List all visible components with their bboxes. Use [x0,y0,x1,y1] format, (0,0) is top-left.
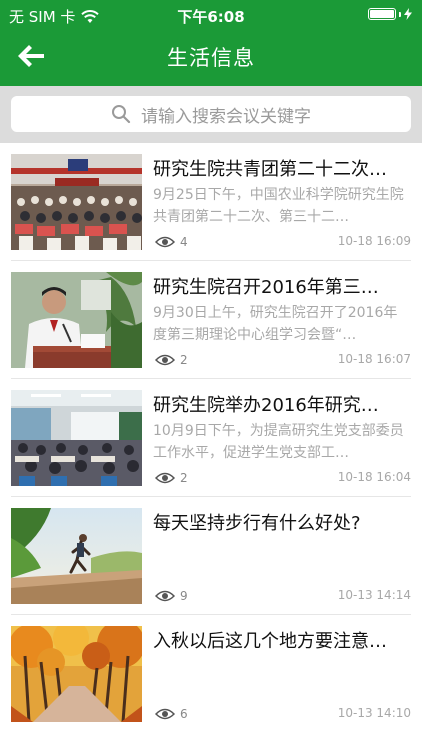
eye-icon [155,708,175,720]
news-item[interactable]: 研究生院召开2016年第三… 9月30日上午，研究生院召开了2016年度第三期理… [0,261,422,379]
view-count-value: 2 [180,353,188,367]
view-count-value: 2 [180,471,188,485]
news-summary: 9月30日上午，研究生院召开了2016年度第三期理论中心组学习会暨“… [153,305,398,343]
view-count-value: 6 [180,707,188,721]
news-date: 10-18 16:04 [337,470,411,484]
battery-icon [368,8,396,20]
news-item[interactable]: 入秋以后这几个地方要注意… 6 10-13 14:10 [0,615,422,733]
status-time: 下午6:08 [177,8,245,26]
news-date: 10-13 14:14 [337,588,411,602]
page-title: 生活信息 [167,46,255,70]
view-count: 4 [155,235,188,249]
view-count-value: 4 [180,235,188,249]
battery-indicator [368,8,412,20]
status-bar: 无 SIM 卡 下午6:08 [0,0,422,30]
classroom-image [11,390,142,486]
battery-fill [370,10,394,18]
charging-bolt-icon [404,8,412,20]
search-bar: 请输入搜索会议关键字 [0,86,422,143]
news-date: 10-18 16:07 [337,352,411,366]
news-summary: 9月25日下午，中国农业科学院研究生院共青团第二十二次、第三十二… [153,187,404,225]
news-date: 10-13 14:10 [337,706,411,720]
view-count: 6 [155,707,188,721]
news-thumbnail [11,272,142,368]
view-count: 9 [155,589,188,603]
eye-icon [155,236,175,248]
battery-tip [399,11,401,17]
news-thumbnail [11,626,142,722]
view-count-value: 9 [180,589,188,603]
news-title: 研究生院举办2016年研究… [153,395,379,416]
eye-icon [155,590,175,602]
autumn-path-image [11,626,142,722]
news-date: 10-18 16:09 [337,234,411,248]
news-thumbnail [11,508,142,604]
news-title: 研究生院召开2016年第三… [153,277,379,298]
speaker-image [11,272,142,368]
view-count: 2 [155,353,188,367]
auditorium-image [11,154,142,250]
news-item[interactable]: 研究生院共青团第二十二次… 9月25日下午，中国农业科学院研究生院共青团第二十二… [0,143,422,261]
news-summary [153,538,411,582]
search-input[interactable]: 请输入搜索会议关键字 [11,96,411,132]
news-summary: 10月9日下午，为提高研究生党支部委员工作水平，促进学生党支部工… [153,423,404,461]
news-title: 入秋以后这几个地方要注意… [153,631,387,652]
search-placeholder: 请输入搜索会议关键字 [141,106,311,127]
news-item[interactable]: 每天坚持步行有什么好处? 9 10-13 14:14 [0,497,422,615]
news-thumbnail [11,390,142,486]
view-count: 2 [155,471,188,485]
eye-icon [155,472,175,484]
search-icon [112,105,131,124]
news-summary [153,656,411,700]
nav-bar: 生活信息 [0,30,422,86]
news-title: 每天坚持步行有什么好处? [153,513,361,534]
news-thumbnail [11,154,142,250]
news-item[interactable]: 研究生院举办2016年研究… 10月9日下午，为提高研究生党支部委员工作水平，促… [0,379,422,497]
runner-image [11,508,142,604]
news-title: 研究生院共青团第二十二次… [153,159,387,180]
eye-icon [155,354,175,366]
